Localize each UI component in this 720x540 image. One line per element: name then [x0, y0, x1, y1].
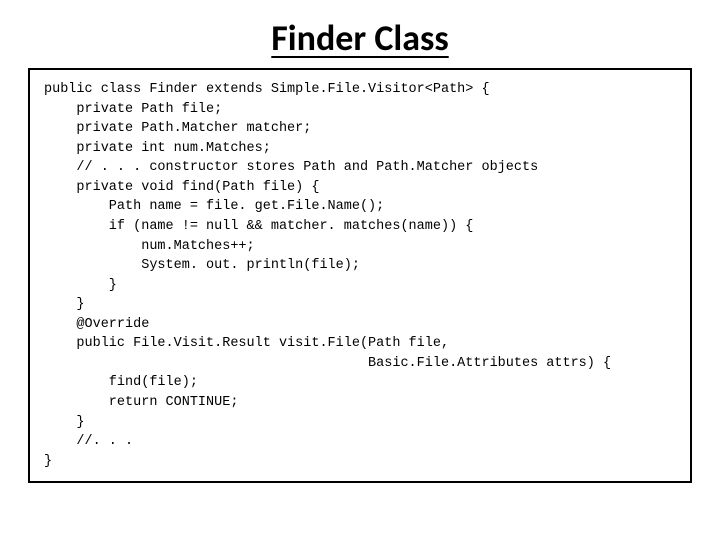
code-line: public class Finder extends Simple.File.…	[44, 82, 490, 97]
code-line: public File.Visit.Result visit.File(Path…	[44, 336, 449, 351]
code-line: Path name = file. get.File.Name();	[44, 199, 384, 214]
code-line: num.Matches++;	[44, 239, 255, 254]
code-line: private Path.Matcher matcher;	[44, 121, 311, 136]
code-line: //. . .	[44, 434, 133, 449]
code-line: find(file);	[44, 375, 198, 390]
code-line: }	[44, 454, 52, 469]
code-line: // . . . constructor stores Path and Pat…	[44, 160, 538, 175]
code-container: public class Finder extends Simple.File.…	[28, 68, 692, 483]
code-line: private void find(Path file) {	[44, 180, 319, 195]
code-line: }	[44, 415, 85, 430]
code-line: private int num.Matches;	[44, 141, 271, 156]
slide: Finder Class public class Finder extends…	[0, 0, 720, 540]
code-line: @Override	[44, 317, 149, 332]
code-line: }	[44, 297, 85, 312]
code-line: return CONTINUE;	[44, 395, 238, 410]
code-line: }	[44, 278, 117, 293]
page-title: Finder Class	[0, 16, 720, 60]
code-block: public class Finder extends Simple.File.…	[44, 80, 676, 471]
code-line: private Path file;	[44, 102, 222, 117]
code-line: Basic.File.Attributes attrs) {	[44, 356, 611, 371]
code-line: if (name != null && matcher. matches(nam…	[44, 219, 473, 234]
code-line: System. out. println(file);	[44, 258, 360, 273]
